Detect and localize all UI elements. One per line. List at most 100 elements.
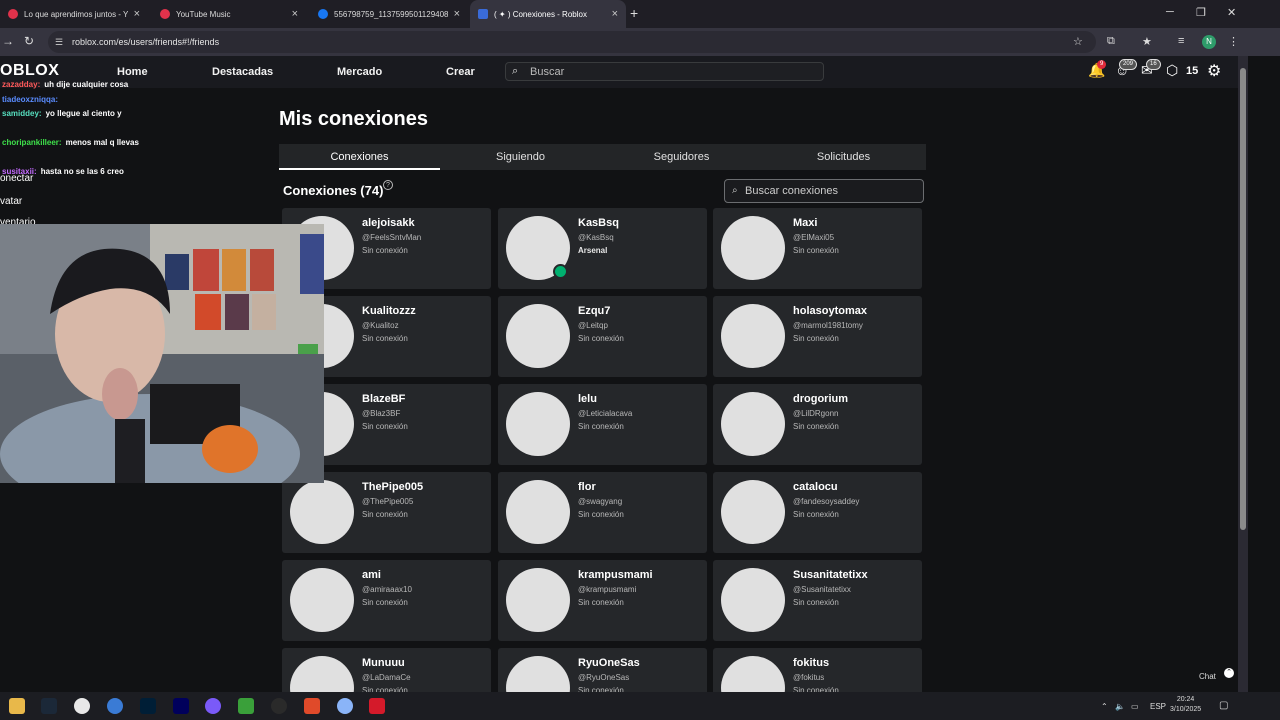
favorites-icon[interactable]: ★: [1142, 35, 1152, 48]
connection-name[interactable]: Ezqu7: [578, 305, 610, 317]
scrollbar-thumb[interactable]: [1240, 68, 1246, 530]
connection-card[interactable]: Ezqu7 @Leitqp Sin conexión: [498, 296, 707, 377]
connection-name[interactable]: ThePipe005: [362, 481, 423, 493]
avatar[interactable]: [721, 392, 785, 456]
nav-destacadas[interactable]: Destacadas: [212, 66, 273, 78]
close-icon[interactable]: ×: [454, 8, 460, 20]
profile-avatar[interactable]: N: [1202, 35, 1216, 49]
new-tab-icon[interactable]: +: [630, 5, 638, 21]
avatar[interactable]: [290, 480, 354, 544]
url-field[interactable]: ☰ roblox.com/es/users/friends#!/friends: [48, 31, 1096, 53]
browser-tab[interactable]: 556798759_1137599501129408_ ×: [310, 0, 468, 28]
connection-card[interactable]: ThePipe005 @ThePipe005 Sin conexión: [282, 472, 491, 553]
forward-icon[interactable]: →: [2, 34, 14, 48]
help-icon[interactable]: ?: [383, 180, 393, 190]
avatar[interactable]: [290, 568, 354, 632]
tab-conexiones[interactable]: Conexiones: [279, 144, 440, 170]
discord-icon[interactable]: [107, 698, 123, 714]
window-close-icon[interactable]: ✕: [1227, 6, 1236, 19]
connection-card[interactable]: lelu @Leticialacava Sin conexión: [498, 384, 707, 465]
connection-card[interactable]: KasBsq @KasBsq Arsenal: [498, 208, 707, 289]
site-info-icon[interactable]: ☰: [55, 37, 63, 48]
notifications-center-icon[interactable]: ▢: [1219, 700, 1228, 711]
connection-name[interactable]: holasoytomax: [793, 305, 867, 317]
app-icon[interactable]: [369, 698, 385, 714]
avatar[interactable]: [721, 480, 785, 544]
connection-name[interactable]: KasBsq: [578, 217, 619, 229]
connection-card[interactable]: drogorium @LilDRgonn Sin conexión: [713, 384, 922, 465]
connection-card[interactable]: Susanitatetixx @Susanitatetixx Sin conexió…: [713, 560, 922, 641]
close-icon[interactable]: ×: [134, 8, 140, 20]
connection-name[interactable]: lelu: [578, 393, 597, 405]
steam-icon[interactable]: [41, 698, 57, 714]
media-control-icon[interactable]: ≡: [1178, 35, 1184, 47]
language-indicator[interactable]: ESP: [1150, 702, 1166, 711]
robux-count[interactable]: 15: [1186, 65, 1198, 77]
connection-card[interactable]: catalocu @fandesoysaddey Sin conexión: [713, 472, 922, 553]
connection-name[interactable]: Munuuu: [362, 657, 405, 669]
obs-icon[interactable]: [271, 698, 287, 714]
avatar[interactable]: [506, 304, 570, 368]
connection-name[interactable]: krampusmami: [578, 569, 653, 581]
tray-expand-icon[interactable]: ⌃: [1101, 702, 1108, 711]
connection-name[interactable]: catalocu: [793, 481, 838, 493]
nav-mercado[interactable]: Mercado: [337, 66, 382, 78]
avatar[interactable]: [506, 568, 570, 632]
connections-search-input[interactable]: ⌕ Buscar conexiones: [724, 179, 924, 203]
avatar[interactable]: [506, 392, 570, 456]
connection-status[interactable]: Arsenal: [578, 246, 607, 255]
connection-name[interactable]: RyuOneSas: [578, 657, 640, 669]
nav-crear[interactable]: Crear: [446, 66, 475, 78]
connection-card[interactable]: flor @swagyang Sin conexión: [498, 472, 707, 553]
twitch-icon[interactable]: [205, 698, 221, 714]
avatar[interactable]: [721, 304, 785, 368]
browser-menu-icon[interactable]: ⋮: [1228, 35, 1239, 48]
minimize-icon[interactable]: ─: [1166, 6, 1174, 18]
browser-tab[interactable]: Lo que aprendimos juntos - Yo ×: [0, 0, 148, 28]
bookmark-star-icon[interactable]: ☆: [1073, 35, 1083, 48]
app-icon[interactable]: [337, 698, 353, 714]
connection-name[interactable]: ami: [362, 569, 381, 581]
connection-name[interactable]: alejoisakk: [362, 217, 415, 229]
chrome-icon[interactable]: [74, 698, 90, 714]
header-search-input[interactable]: ⌕ Buscar: [505, 62, 824, 81]
avatar[interactable]: [721, 568, 785, 632]
close-icon[interactable]: ×: [292, 8, 298, 20]
photoshop-icon[interactable]: [140, 698, 156, 714]
browser-tab-active[interactable]: ( ✦ ) Conexiones - Roblox ×: [470, 0, 626, 28]
chat-button[interactable]: Chat: [1199, 672, 1216, 681]
premiere-icon[interactable]: [173, 698, 189, 714]
maximize-icon[interactable]: ❐: [1196, 6, 1206, 19]
connection-card[interactable]: krampusmami @krampusmami Sin conexión: [498, 560, 707, 641]
browser-tab[interactable]: YouTube Music ×: [152, 0, 306, 28]
connection-name[interactable]: flor: [578, 481, 596, 493]
connection-card[interactable]: Maxi @ElMaxi05 Sin conexión: [713, 208, 922, 289]
tab-siguiendo[interactable]: Siguiendo: [440, 144, 601, 170]
connection-name[interactable]: BlazeBF: [362, 393, 405, 405]
avatar[interactable]: [721, 216, 785, 280]
robux-icon[interactable]: ⬡: [1166, 62, 1178, 79]
taskbar-clock[interactable]: 20:24 3/10/2025: [1170, 695, 1201, 715]
connection-card[interactable]: ami @amiraaax10 Sin conexión: [282, 560, 491, 641]
file-explorer-icon[interactable]: [9, 698, 25, 714]
connection-name[interactable]: drogorium: [793, 393, 848, 405]
volume-icon[interactable]: 🔈: [1115, 702, 1125, 711]
connection-name[interactable]: Kualitozzz: [362, 305, 416, 317]
tab-seguidores[interactable]: Seguidores: [601, 144, 762, 170]
reload-icon[interactable]: ↻: [24, 34, 34, 48]
side-menu-item[interactable]: ventario: [0, 217, 36, 224]
avatar[interactable]: [506, 480, 570, 544]
close-icon[interactable]: ×: [612, 8, 618, 20]
connection-name[interactable]: Maxi: [793, 217, 817, 229]
connection-name[interactable]: fokitus: [793, 657, 829, 669]
roblox-logo[interactable]: OBLOX: [0, 62, 59, 80]
tab-solicitudes[interactable]: Solicitudes: [763, 144, 924, 170]
connection-name[interactable]: Susanitatetixx: [793, 569, 868, 581]
settings-gear-icon[interactable]: ⚙: [1207, 61, 1221, 81]
side-menu-item[interactable]: vatar: [0, 196, 22, 207]
chat-expand-icon[interactable]: ⌃: [1224, 668, 1234, 678]
connection-card[interactable]: holasoytomax @marmol1981tomy Sin conexión: [713, 296, 922, 377]
extensions-icon[interactable]: ⧉: [1107, 35, 1115, 48]
brave-icon[interactable]: [304, 698, 320, 714]
nav-home[interactable]: Home: [117, 66, 148, 78]
